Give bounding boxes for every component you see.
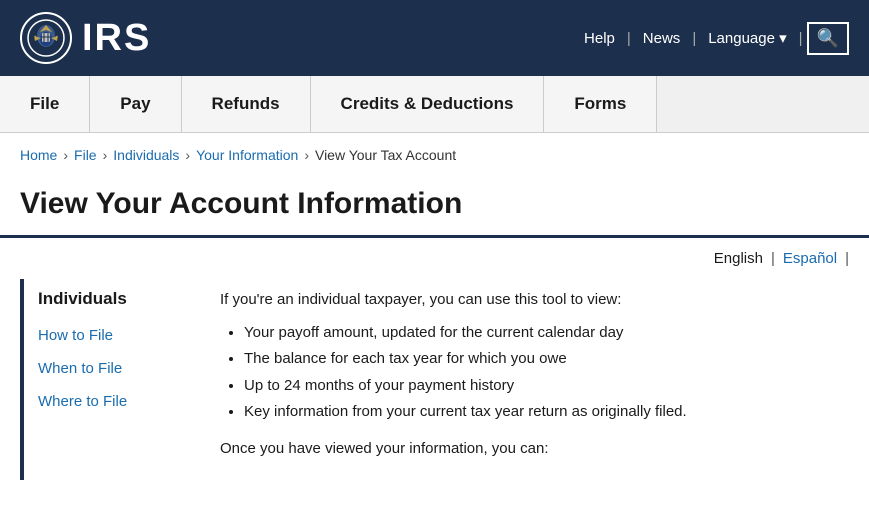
intro-text: If you're an individual taxpayer, you ca… [220,289,849,312]
nav-item-refunds[interactable]: Refunds [182,76,311,132]
sidebar-item-where-to-file[interactable]: Where to File [24,385,190,418]
nav-item-forms[interactable]: Forms [544,76,657,132]
breadcrumb: Home › File › Individuals › Your Informa… [0,133,869,177]
bullet-2: The balance for each tax year for which … [244,348,849,371]
nav-item-pay[interactable]: Pay [90,76,181,132]
after-view-text: Once you have viewed your information, y… [220,438,849,461]
nav-item-file[interactable]: File [0,76,90,132]
main-nav: File Pay Refunds Credits & Deductions Fo… [0,76,869,133]
nav-divider-3: | [799,30,803,47]
header-nav: Help | News | Language ▾ | 🔍 [576,22,849,55]
breadcrumb-current: View Your Tax Account [315,147,456,163]
irs-logo-text: IRS [82,17,151,60]
breadcrumb-file[interactable]: File [74,147,97,163]
bullet-4: Key information from your current tax ye… [244,401,849,424]
irs-eagle-icon [20,12,72,64]
site-header: IRS Help | News | Language ▾ | 🔍 [0,0,869,76]
breadcrumb-home[interactable]: Home [20,147,57,163]
help-link[interactable]: Help [576,26,623,51]
bullet-3: Up to 24 months of your payment history [244,375,849,398]
language-divider: | [771,250,775,267]
logo-area: IRS [20,12,151,64]
english-label: English [714,250,763,267]
breadcrumb-sep-4: › [304,147,309,163]
language-link[interactable]: Language ▾ [700,25,794,51]
nav-divider-1: | [627,30,631,47]
spanish-link[interactable]: Español [783,250,837,267]
breadcrumb-sep-3: › [185,147,190,163]
bullet-list: Your payoff amount, updated for the curr… [244,322,849,424]
sidebar-item-when-to-file[interactable]: When to File [24,352,190,385]
search-button[interactable]: 🔍 [807,22,849,55]
sidebar: Individuals How to File When to File Whe… [20,279,190,480]
language-divider-2: | [845,250,849,267]
breadcrumb-individuals[interactable]: Individuals [113,147,179,163]
page-title-section: View Your Account Information [0,177,869,238]
news-link[interactable]: News [635,26,689,51]
bullet-1: Your payoff amount, updated for the curr… [244,322,849,345]
breadcrumb-sep-1: › [63,147,68,163]
main-content: If you're an individual taxpayer, you ca… [220,279,849,480]
sidebar-item-how-to-file[interactable]: How to File [24,319,190,352]
content-area: Individuals How to File When to File Whe… [0,279,869,480]
nav-item-credits[interactable]: Credits & Deductions [311,76,545,132]
nav-divider-2: | [692,30,696,47]
page-title: View Your Account Information [20,187,849,221]
breadcrumb-sep-2: › [103,147,108,163]
language-bar: English | Español | [0,238,869,279]
sidebar-title: Individuals [24,279,190,319]
breadcrumb-your-information[interactable]: Your Information [196,147,298,163]
